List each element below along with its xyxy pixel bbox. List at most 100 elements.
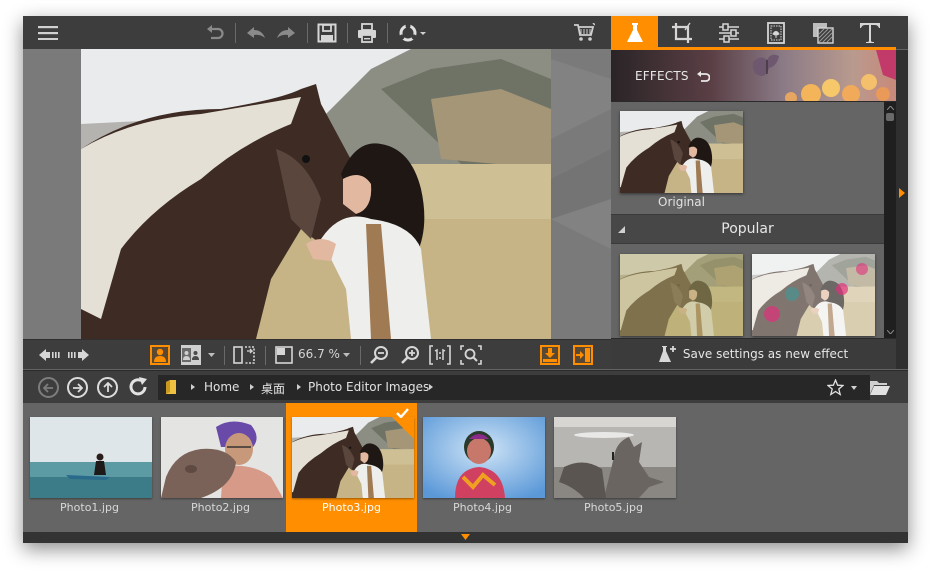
arrow-up-icon <box>102 382 113 392</box>
text-icon <box>859 22 880 43</box>
reset-effects-icon[interactable] <box>696 71 710 82</box>
split-view-icon[interactable] <box>231 344 257 366</box>
film-thumb-photo1 <box>30 417 152 498</box>
toolbar-separator <box>347 23 348 43</box>
cart-icon[interactable] <box>571 16 597 49</box>
collapse-filmstrip-icon[interactable] <box>461 534 470 540</box>
redo-icon[interactable] <box>273 16 299 49</box>
toolbar-separator <box>265 346 266 365</box>
effects-panel: EFFECTS Original Popular Save settings a… <box>611 50 908 369</box>
scroll-up-icon[interactable] <box>887 106 894 110</box>
film-label: Photo4.jpg <box>453 501 512 514</box>
previous-image-icon[interactable] <box>37 344 61 366</box>
save-effect-button[interactable]: Save settings as new effect <box>611 338 896 369</box>
arrow-left-icon <box>43 382 53 393</box>
effect-original-thumb[interactable] <box>620 111 743 193</box>
refresh-icon[interactable] <box>127 376 149 398</box>
tab-adjust[interactable] <box>705 16 752 49</box>
tab-effects[interactable] <box>611 16 658 49</box>
zoom-dropdown-icon[interactable] <box>341 344 351 366</box>
import-button[interactable] <box>540 345 560 365</box>
film-label: Photo1.jpg <box>60 501 119 514</box>
download-icon <box>543 348 557 362</box>
crumb-arrow-icon <box>250 384 254 390</box>
layers-icon <box>812 22 834 44</box>
film-item-selected[interactable]: Photo3.jpg <box>286 403 417 532</box>
effect-original-label: Original <box>658 195 705 209</box>
path-field[interactable]: Home 桌面 Photo Editor Images <box>158 375 870 400</box>
film-item[interactable]: Photo2.jpg <box>155 403 286 532</box>
main-photo[interactable] <box>81 49 551 339</box>
zoom-in-icon[interactable] <box>398 344 422 366</box>
undo-all-icon[interactable] <box>203 16 227 49</box>
toolbar-separator <box>307 23 308 43</box>
path-bar: Home 桌面 Photo Editor Images <box>23 370 908 403</box>
zoom-out-icon[interactable] <box>367 344 391 366</box>
tab-frame[interactable] <box>752 16 799 49</box>
frame-icon <box>766 21 785 44</box>
effects-title: EFFECTS <box>635 69 710 83</box>
crop-icon <box>671 22 692 43</box>
fit-view-icon[interactable] <box>273 344 295 366</box>
back-button[interactable] <box>38 377 59 398</box>
effects-title-text: EFFECTS <box>635 69 689 83</box>
checkmark-icon <box>396 408 409 418</box>
image-canvas[interactable] <box>23 49 611 339</box>
crumb-arrow-icon <box>297 384 301 390</box>
crumb-photo-editor-images[interactable]: Photo Editor Images <box>308 380 429 394</box>
film-label: Photo5.jpg <box>584 501 643 514</box>
next-image-icon[interactable] <box>67 344 91 366</box>
corner-fold <box>392 417 414 439</box>
app-window: 66.7 % EFFECTS Original Popular Save set… <box>23 16 908 543</box>
popular-section-header[interactable]: Popular <box>611 214 884 244</box>
film-label: Photo2.jpg <box>191 501 250 514</box>
zoom-level[interactable]: 66.7 % <box>298 347 340 361</box>
effects-list: Original Popular <box>611 102 884 338</box>
tool-tabs <box>611 16 908 49</box>
single-view-button[interactable] <box>150 345 170 365</box>
arrow-right-icon <box>73 382 83 393</box>
print-icon[interactable] <box>355 16 379 49</box>
film-item[interactable]: Photo5.jpg <box>548 403 679 532</box>
film-item[interactable]: Photo4.jpg <box>417 403 548 532</box>
view-toolbar: 66.7 % <box>23 339 611 369</box>
top-toolbar <box>23 16 908 49</box>
compare-view-button[interactable] <box>181 345 201 365</box>
film-thumb-photo4 <box>423 417 545 498</box>
scroll-down-icon[interactable] <box>887 330 894 334</box>
forward-button[interactable] <box>67 377 88 398</box>
panel-collapse-edge[interactable] <box>896 50 908 369</box>
tab-text[interactable] <box>846 16 893 49</box>
crumb-home[interactable]: Home <box>204 380 239 394</box>
panel-toggle-icon <box>576 348 590 362</box>
effects-scrollbar[interactable] <box>884 102 896 338</box>
compare-dropdown-icon[interactable] <box>205 344 217 366</box>
open-folder-icon[interactable] <box>870 380 890 395</box>
filmstrip: Photo1.jpg Photo2.jpg Photo3.jpg Photo4.… <box>23 403 908 532</box>
share-icon[interactable] <box>395 16 431 49</box>
expand-arrow-icon[interactable] <box>899 188 905 198</box>
sliders-icon <box>718 22 739 43</box>
film-item[interactable]: Photo1.jpg <box>24 403 155 532</box>
undo-icon[interactable] <box>243 16 269 49</box>
save-effect-label: Save settings as new effect <box>682 347 849 361</box>
favorites-dropdown-icon[interactable] <box>851 386 857 390</box>
favorite-star-icon[interactable] <box>827 379 844 396</box>
film-label: Photo3.jpg <box>322 501 381 514</box>
film-thumb-photo5 <box>554 417 676 498</box>
effect-thumb-vintage[interactable] <box>620 254 743 336</box>
crumb-desktop[interactable]: 桌面 <box>261 380 285 397</box>
up-button[interactable] <box>97 377 118 398</box>
crumb-arrow-icon <box>429 384 433 390</box>
scroll-thumb[interactable] <box>886 113 894 121</box>
save-icon[interactable] <box>315 16 339 49</box>
actual-size-icon[interactable] <box>428 344 452 366</box>
bottom-bar <box>23 532 908 543</box>
toolbar-separator <box>360 346 361 365</box>
menu-icon[interactable] <box>37 16 59 49</box>
export-button[interactable] <box>573 345 593 365</box>
tab-layers[interactable] <box>799 16 846 49</box>
tab-crop[interactable] <box>658 16 705 49</box>
zoom-fit-icon[interactable] <box>459 344 483 366</box>
effect-thumb-color-splash[interactable] <box>752 254 875 336</box>
